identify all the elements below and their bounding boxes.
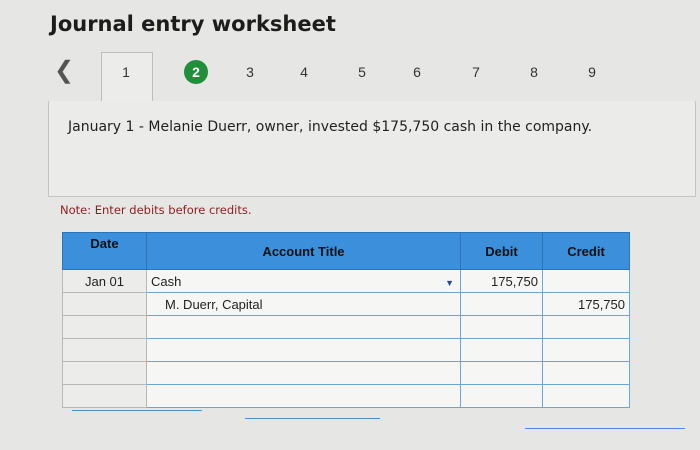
note-text: Note: Enter debits before credits. [60,203,252,217]
debit-input[interactable] [460,384,543,408]
date-cell[interactable] [62,338,147,362]
debit-input[interactable] [460,292,543,316]
dropdown-caret-icon[interactable]: ▼ [445,278,454,288]
table-row: Jan 01 Cash ▼ 175,750 [62,269,630,293]
page-title: Journal entry worksheet [50,12,336,36]
table-row [62,338,630,362]
account-select[interactable]: M. Duerr, Capital [146,292,461,316]
tab-6[interactable]: 6 [405,64,429,80]
table-row: M. Duerr, Capital 175,750 [62,292,630,316]
credit-input[interactable] [542,269,630,293]
transaction-panel [48,101,696,197]
debit-input[interactable] [460,361,543,385]
tab-7[interactable]: 7 [464,64,488,80]
account-select[interactable]: Cash ▼ [146,269,461,293]
chevron-left-icon: ❮ [54,57,75,84]
link-underline[interactable] [72,410,202,411]
tab-9[interactable]: 9 [580,64,604,80]
tab-5[interactable]: 5 [350,64,374,80]
account-value: Cash [151,273,182,289]
journal-table: Date Account Title Debit Credit Jan 01 C… [62,232,630,408]
link-underline[interactable] [245,418,380,419]
date-cell[interactable] [62,361,147,385]
debit-input[interactable] [460,338,543,362]
account-title-header: Account Title [146,232,461,270]
table-row [62,384,630,408]
table-row [62,361,630,385]
date-header: Date [62,232,147,270]
account-select[interactable] [146,384,461,408]
debit-input[interactable]: 175,750 [460,269,543,293]
credit-header: Credit [542,232,630,270]
transaction-description: January 1 - Melanie Duerr, owner, invest… [68,119,593,135]
date-cell[interactable] [62,384,147,408]
account-select[interactable] [146,338,461,362]
tab-4[interactable]: 4 [292,64,316,80]
date-cell[interactable]: Jan 01 [62,269,147,293]
link-underline[interactable] [525,428,685,429]
account-select[interactable] [146,315,461,339]
credit-input[interactable] [542,315,630,339]
tab-3[interactable]: 3 [238,64,262,80]
table-row [62,315,630,339]
credit-input[interactable] [542,338,630,362]
date-cell[interactable] [62,292,147,316]
tab-2[interactable]: 2 [184,60,208,84]
debit-header: Debit [460,232,543,270]
tab-8[interactable]: 8 [522,64,546,80]
table-header-row: Date Account Title Debit Credit [62,232,630,270]
account-select[interactable] [146,361,461,385]
date-cell[interactable] [62,315,147,339]
debit-input[interactable] [460,315,543,339]
credit-input[interactable] [542,384,630,408]
credit-input[interactable] [542,361,630,385]
credit-input[interactable]: 175,750 [542,292,630,316]
prev-arrow[interactable]: ❮ [54,58,74,84]
tab-1[interactable]: 1 [114,64,138,80]
